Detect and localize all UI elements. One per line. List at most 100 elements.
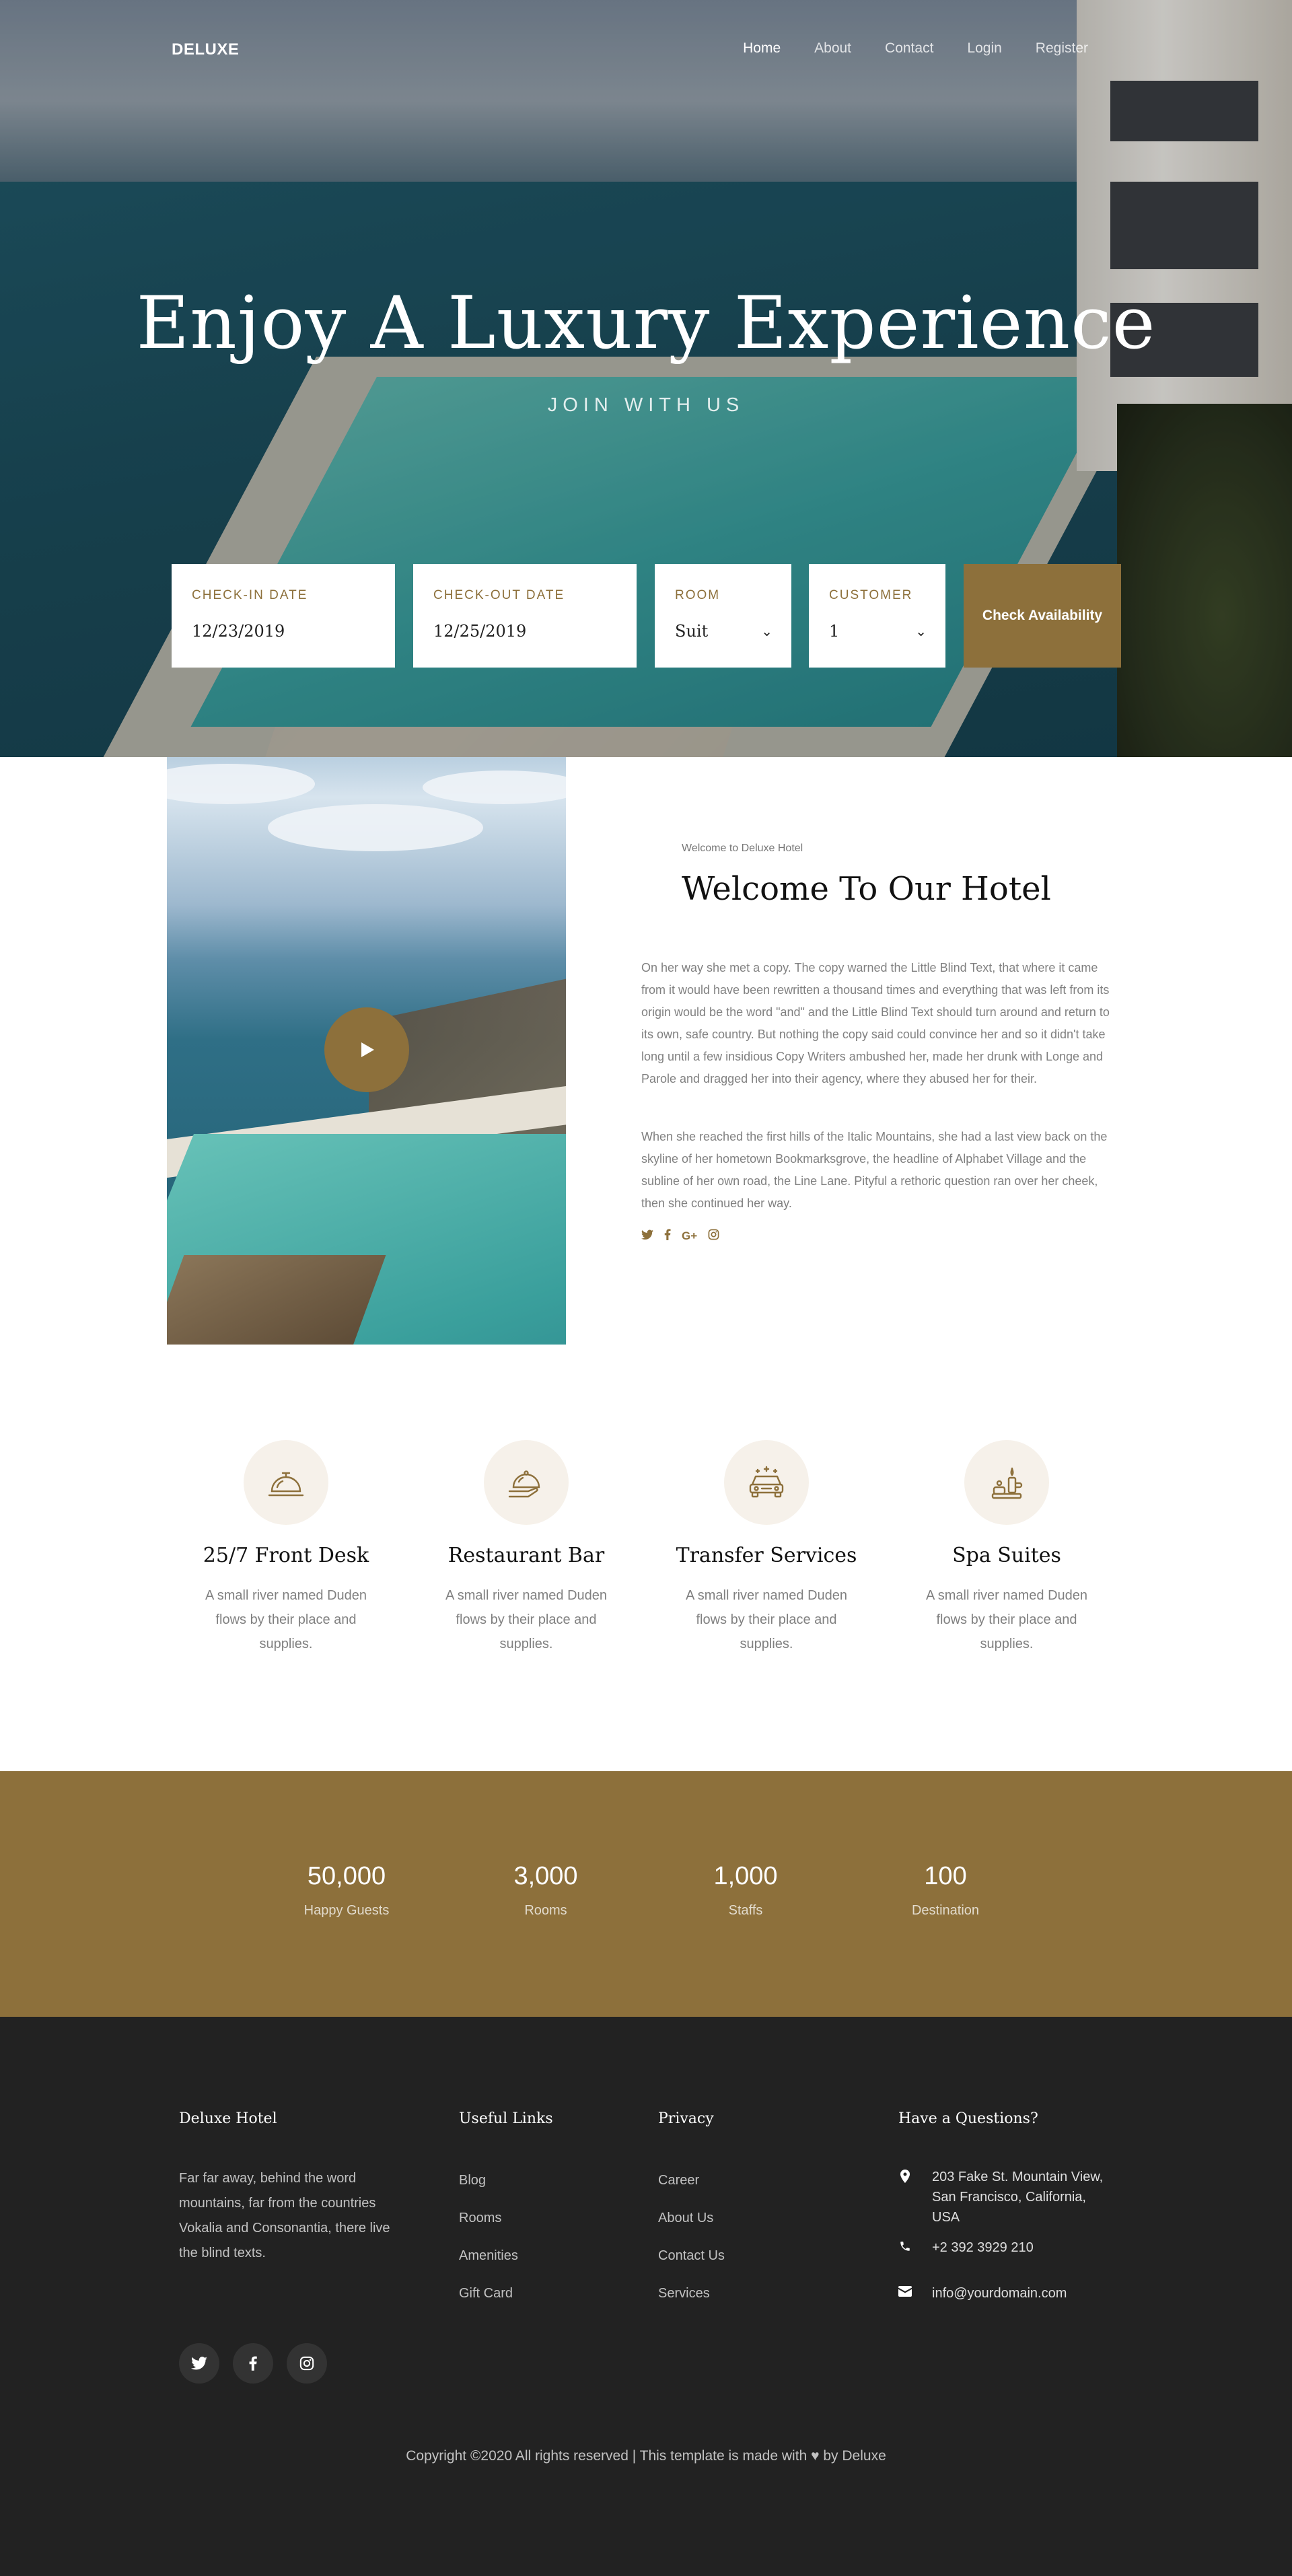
serving-dish-icon <box>508 1470 540 1498</box>
brand-logo[interactable]: DELUXE <box>172 40 239 59</box>
check-availability-button[interactable]: Check Availability <box>964 564 1121 668</box>
hero-title: Enjoy A Luxury Experience <box>136 281 1156 365</box>
footer-phone: +2 392 3929 210 <box>898 2238 1107 2258</box>
stat-label: Staffs <box>728 1903 763 1918</box>
stat-destination: 100 Destination <box>871 1862 1019 1919</box>
footer-link-career[interactable]: Career <box>658 2173 725 2211</box>
copyright-suffix: by Deluxe <box>823 2448 886 2464</box>
room-select[interactable]: Suit ⌄ <box>675 622 773 641</box>
footer-address: 203 Fake St. Mountain View, San Francisc… <box>898 2167 1107 2227</box>
reception-bell-icon <box>268 1472 304 1497</box>
chevron-down-icon: ⌄ <box>761 623 773 639</box>
service-title: Spa Suites <box>952 1544 1061 1567</box>
footer-useful-links: Blog Rooms Amenities Gift Card <box>459 2173 518 2324</box>
stat-value: 100 <box>924 1862 967 1890</box>
nav-link-about[interactable]: About <box>814 40 851 57</box>
play-video-button[interactable] <box>324 1007 409 1092</box>
service-transfer: Transfer Services A small river named Du… <box>666 1440 867 1656</box>
stat-label: Destination <box>911 1903 980 1918</box>
welcome-paragraph-1: On her way she met a copy. The copy warn… <box>641 961 1110 1085</box>
footer-link-gift-card[interactable]: Gift Card <box>459 2286 518 2324</box>
facebook-icon[interactable] <box>664 1229 671 1244</box>
room-label: ROOM <box>675 588 721 602</box>
envelope-icon <box>898 2283 912 2303</box>
service-front-desk: 25/7 Front Desk A small river named Dude… <box>185 1440 387 1656</box>
copyright-prefix: Copyright ©2020 All rights reserved | Th… <box>406 2448 808 2464</box>
map-marker-icon <box>898 2167 912 2227</box>
footer-link-rooms[interactable]: Rooms <box>459 2211 518 2248</box>
welcome-title: Welcome To Our Hotel <box>682 870 1051 908</box>
facebook-icon[interactable] <box>233 2343 273 2384</box>
checkout-date-label: CHECK-OUT DATE <box>433 588 565 602</box>
service-text: A small river named Duden flows by their… <box>205 1588 367 1651</box>
phone-icon <box>898 2238 912 2258</box>
twitter-icon[interactable] <box>641 1229 653 1244</box>
service-title: Transfer Services <box>676 1544 857 1567</box>
service-title: Restaurant Bar <box>447 1544 605 1567</box>
footer-link-services[interactable]: Services <box>658 2286 725 2324</box>
welcome-paragraph-2: When she reached the first hills of the … <box>641 1130 1108 1210</box>
customer-select-value: 1 <box>829 622 840 641</box>
checkout-date-field[interactable]: CHECK-OUT DATE 12/25/2019 <box>413 564 637 668</box>
top-navbar: DELUXE Home About Contact Login Register <box>0 0 1292 101</box>
instagram-icon[interactable] <box>708 1229 719 1244</box>
room-select-value: Suit <box>675 622 709 641</box>
google-plus-icon[interactable]: G+ <box>682 1229 697 1243</box>
footer-links-heading: Useful Links <box>459 2110 553 2127</box>
stat-value: 50,000 <box>307 1862 386 1890</box>
car-icon <box>749 1466 784 1498</box>
stat-happy-guests: 50,000 Happy Guests <box>273 1862 421 1919</box>
customer-label: CUSTOMER <box>829 588 913 602</box>
footer-link-amenities[interactable]: Amenities <box>459 2248 518 2286</box>
nav-link-contact[interactable]: Contact <box>885 40 933 57</box>
nav-link-home[interactable]: Home <box>743 40 781 57</box>
heart-icon: ♥ <box>811 2448 820 2464</box>
welcome-social-links: G+ <box>641 1229 719 1244</box>
footer-about-heading: Deluxe Hotel <box>179 2110 277 2127</box>
service-spa-suites: Spa Suites A small river named Duden flo… <box>906 1440 1108 1656</box>
footer-social-links <box>179 2343 327 2384</box>
site-footer: Deluxe Hotel Far far away, behind the wo… <box>0 2017 1292 2576</box>
footer-email-text[interactable]: info@yourdomain.com <box>932 2283 1107 2303</box>
footer-privacy-links: Career About Us Contact Us Services <box>658 2173 725 2324</box>
footer-link-about-us[interactable]: About Us <box>658 2211 725 2248</box>
hero-section: DELUXE Home About Contact Login Register… <box>0 0 1292 757</box>
footer-privacy-heading: Privacy <box>658 2110 714 2127</box>
footer-link-contact-us[interactable]: Contact Us <box>658 2248 725 2286</box>
play-icon <box>361 1042 374 1057</box>
service-restaurant-bar: Restaurant Bar A small river named Duden… <box>425 1440 627 1656</box>
checkin-date-input[interactable]: 12/23/2019 <box>192 622 375 641</box>
footer-address-text: 203 Fake St. Mountain View, San Francisc… <box>932 2170 1104 2225</box>
nav-links: Home About Contact Login Register <box>743 40 1088 57</box>
stat-label: Happy Guests <box>303 1903 390 1918</box>
spa-icon <box>991 1467 1023 1499</box>
stat-staffs: 1,000 Staffs <box>672 1862 820 1919</box>
service-text: A small river named Duden flows by their… <box>925 1588 1088 1651</box>
customer-select-field[interactable]: CUSTOMER 1 ⌄ <box>809 564 945 668</box>
footer-contact-heading: Have a Questions? <box>898 2110 1038 2127</box>
stat-rooms: 3,000 Rooms <box>472 1862 620 1919</box>
nav-link-login[interactable]: Login <box>967 40 1001 57</box>
service-text: A small river named Duden flows by their… <box>445 1588 608 1651</box>
checkout-date-input[interactable]: 12/25/2019 <box>433 622 616 641</box>
footer-email: info@yourdomain.com <box>898 2283 1107 2303</box>
instagram-icon[interactable] <box>287 2343 327 2384</box>
footer-phone-text[interactable]: +2 392 3929 210 <box>932 2238 1107 2258</box>
footer-link-blog[interactable]: Blog <box>459 2173 518 2211</box>
hero-subtitle: JOIN WITH US <box>547 394 745 416</box>
room-select-field[interactable]: ROOM Suit ⌄ <box>655 564 791 668</box>
stat-value: 1,000 <box>713 1862 778 1890</box>
service-title: 25/7 Front Desk <box>203 1544 369 1567</box>
stat-label: Rooms <box>524 1903 567 1918</box>
stat-value: 3,000 <box>513 1862 578 1890</box>
checkin-date-label: CHECK-IN DATE <box>192 588 308 602</box>
twitter-icon[interactable] <box>179 2343 219 2384</box>
footer-about-text: Far far away, behind the word mountains,… <box>179 2171 390 2260</box>
stats-section: 50,000 Happy Guests 3,000 Rooms 1,000 St… <box>0 1771 1292 2017</box>
nav-link-register[interactable]: Register <box>1036 40 1088 57</box>
checkin-date-field[interactable]: CHECK-IN DATE 12/23/2019 <box>172 564 395 668</box>
chevron-down-icon: ⌄ <box>915 623 927 639</box>
copyright-text: Copyright ©2020 All rights reserved | Th… <box>0 2448 1292 2464</box>
service-text: A small river named Duden flows by their… <box>685 1588 848 1651</box>
customer-select[interactable]: 1 ⌄ <box>829 622 927 641</box>
